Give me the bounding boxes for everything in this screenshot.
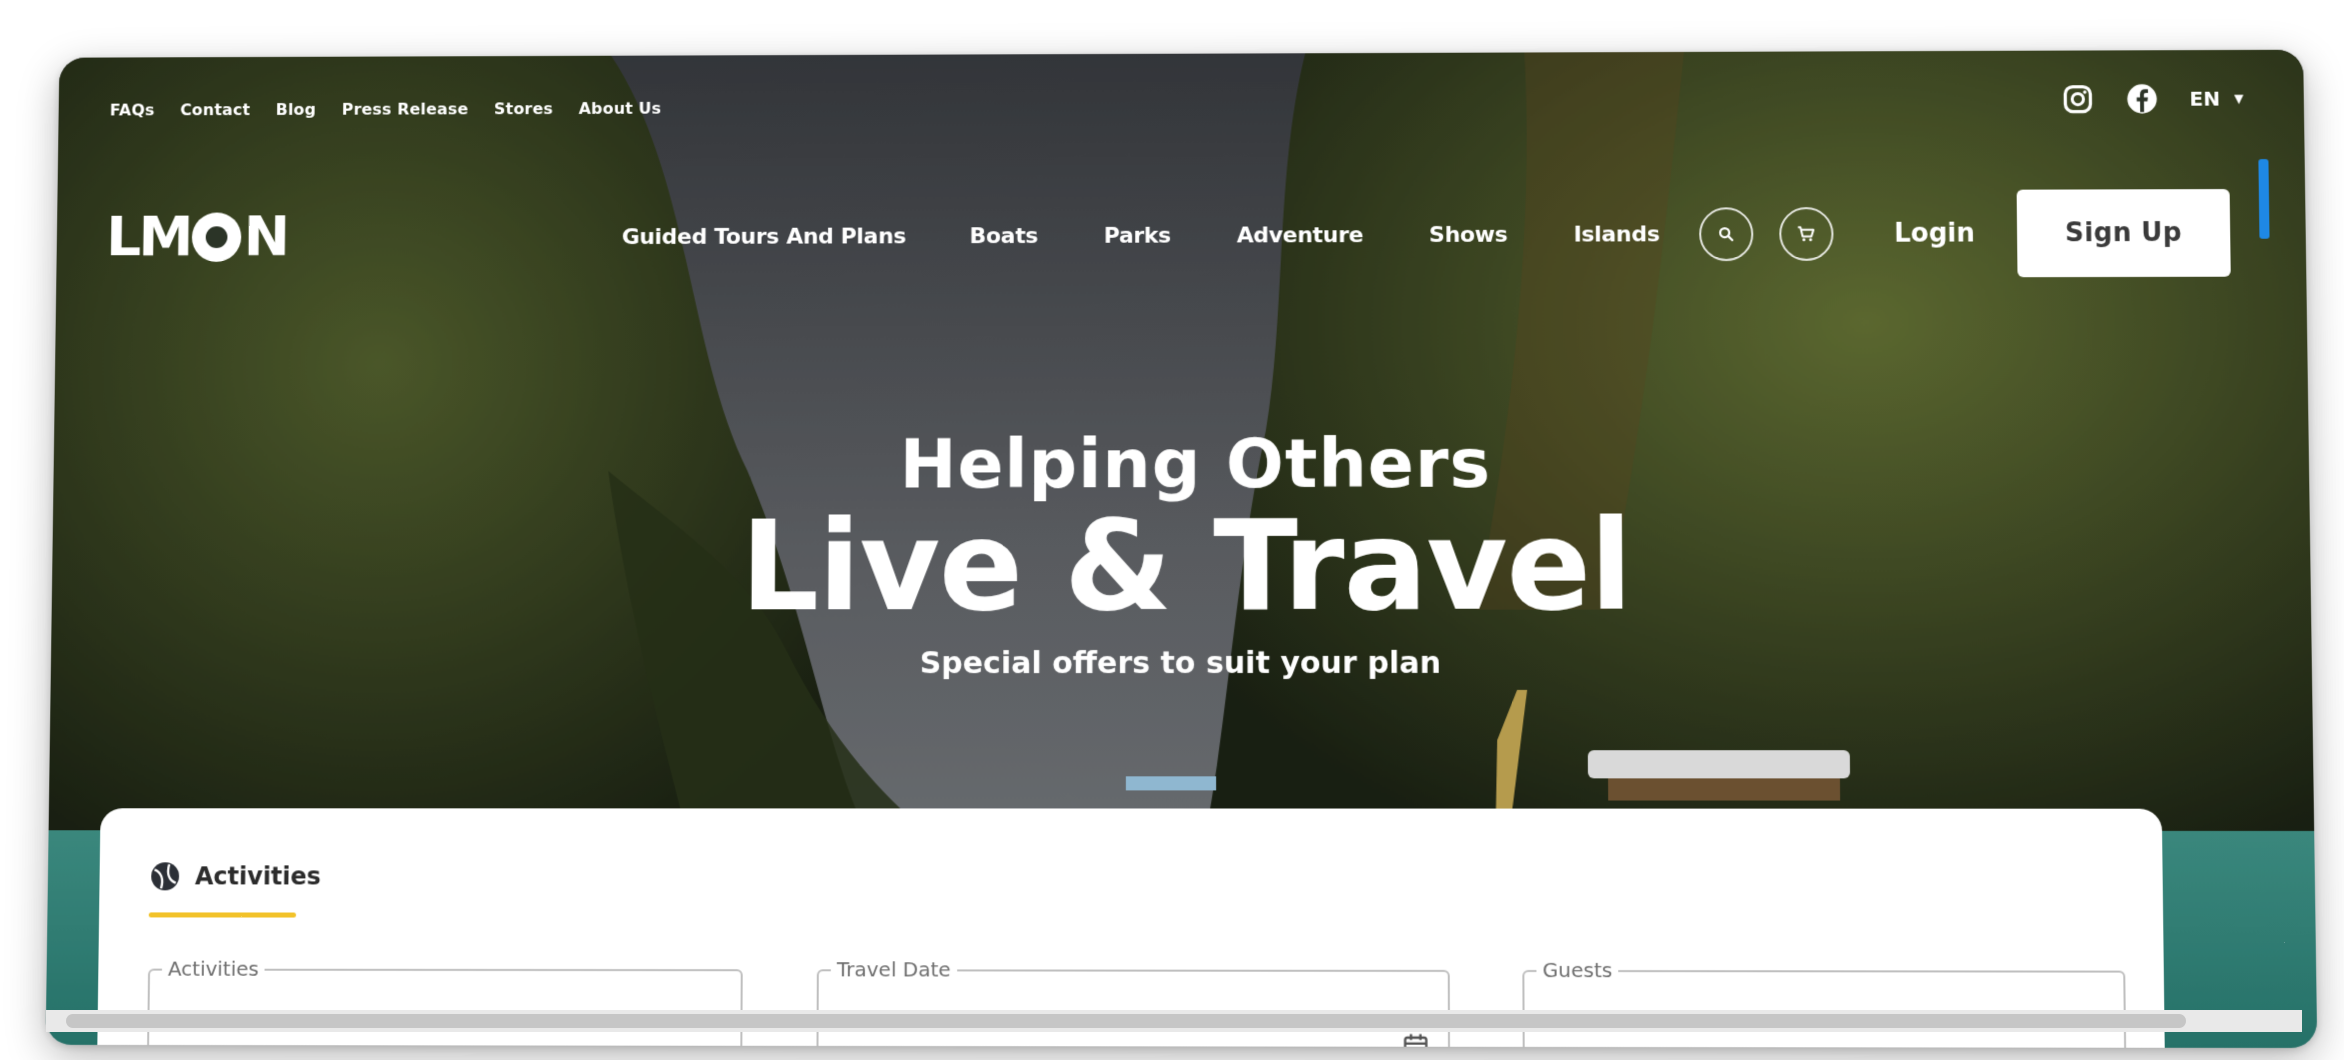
facebook-icon[interactable] <box>2125 82 2160 116</box>
topbar-link-press-release[interactable]: Press Release <box>342 100 469 119</box>
topbar-link-contact[interactable]: Contact <box>180 100 250 119</box>
language-selector[interactable]: EN ▼ <box>2189 87 2243 111</box>
hero-heading: Helping Others Live & Travel Special off… <box>51 423 2312 682</box>
travel-date-field-label: Travel Date <box>830 957 957 982</box>
login-link[interactable]: Login <box>1894 219 1975 249</box>
vertical-scrollbar-thumb[interactable] <box>2258 159 2270 239</box>
instagram-icon[interactable] <box>2061 82 2095 116</box>
browser-viewport: FAQs Contact Blog Press Release Stores A… <box>45 49 2318 1049</box>
search-button[interactable] <box>1699 207 1754 262</box>
nav-item-islands[interactable]: Islands <box>1573 222 1659 247</box>
topbar-link-stores[interactable]: Stores <box>494 99 553 118</box>
logo-text-left: LM <box>105 204 191 270</box>
horizontal-scrollbar-thumb[interactable] <box>66 1014 2186 1028</box>
main-nav: Guided Tours And Plans Boats Parks Adven… <box>622 189 2231 281</box>
chevron-down-icon: ▼ <box>2234 91 2244 106</box>
brand-logo[interactable]: LM N <box>106 204 288 269</box>
hero-line-2: Live & Travel <box>739 494 1633 640</box>
utility-nav: FAQs Contact Blog Press Release Stores A… <box>110 99 662 120</box>
calendar-icon[interactable] <box>1402 1033 1430 1048</box>
travel-date-field[interactable]: Travel Date <box>816 957 1451 1049</box>
activities-field-label: Activities <box>161 956 265 981</box>
ball-icon <box>151 863 180 892</box>
logo-o-icon <box>192 211 242 262</box>
horizontal-scrollbar[interactable] <box>46 1010 2302 1032</box>
nav-item-boats[interactable]: Boats <box>970 224 1038 249</box>
nav-item-adventure[interactable]: Adventure <box>1237 223 1364 248</box>
tab-activities[interactable]: Activities <box>149 860 321 892</box>
topbar-link-blog[interactable]: Blog <box>276 100 317 119</box>
active-tab-indicator <box>148 912 297 918</box>
tab-activities-label: Activities <box>194 862 322 891</box>
cart-icon <box>1797 224 1817 242</box>
topbar-link-faqs[interactable]: FAQs <box>110 101 155 120</box>
guests-field[interactable]: Guests <box>1522 957 2127 1049</box>
social-and-language: EN ▼ <box>2061 82 2244 116</box>
signup-button[interactable]: Sign Up <box>2016 189 2231 278</box>
activities-field[interactable]: Activities <box>146 956 743 1049</box>
cart-button[interactable] <box>1779 207 1835 261</box>
topbar-link-about-us[interactable]: About Us <box>579 99 662 118</box>
language-label: EN <box>2189 86 2221 111</box>
search-icon <box>1718 225 1736 243</box>
logo-text-right: N <box>243 204 288 269</box>
guests-field-label: Guests <box>1536 957 1619 983</box>
nav-item-guided-tours[interactable]: Guided Tours And Plans <box>622 224 906 249</box>
nav-item-parks[interactable]: Parks <box>1104 223 1171 248</box>
nav-item-shows[interactable]: Shows <box>1429 222 1508 247</box>
hero-subtitle: Special offers to suit your plan <box>919 646 1442 682</box>
hero-line-1: Helping Others <box>899 424 1492 505</box>
